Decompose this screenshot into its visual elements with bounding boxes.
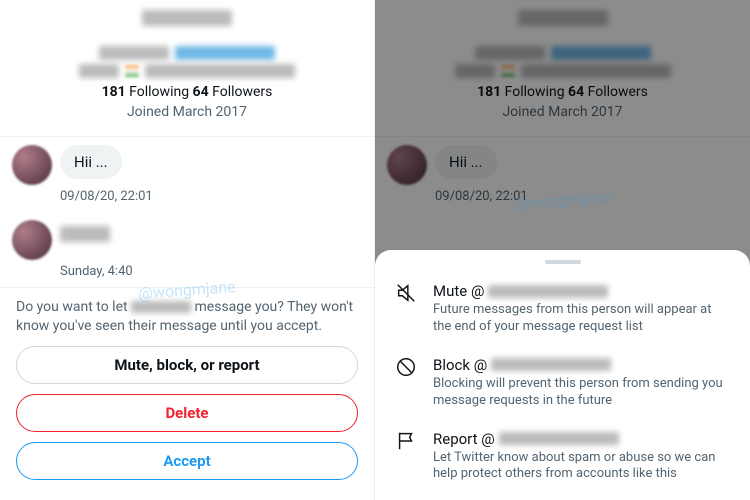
following-count: 181: [102, 84, 126, 100]
mute-icon: [395, 282, 417, 304]
accept-button[interactable]: Accept: [16, 442, 358, 480]
request-prompt: Do you want to let message you? They won…: [0, 287, 374, 480]
block-subtitle: Blocking will prevent this person from s…: [433, 376, 730, 410]
report-subtitle: Let Twitter know about spam or abuse so …: [433, 450, 730, 484]
avatar: [12, 145, 52, 185]
delete-button[interactable]: Delete: [16, 394, 358, 432]
joined-date: Joined March 2017: [16, 104, 358, 120]
block-option[interactable]: Block @ Blocking will prevent this perso…: [375, 346, 750, 420]
message-timestamp: Sunday, 4:40: [0, 260, 374, 287]
prompt-post-b: know you've seen their message until you…: [16, 318, 322, 334]
profile-summary: 181 Following 64 Followers Joined March …: [0, 0, 374, 130]
follow-stats: 181 Following 64 Followers: [16, 84, 358, 100]
prompt-post-a: message you? They won't: [191, 299, 353, 315]
mute-subtitle: Future messages from this person will ap…: [433, 302, 730, 336]
block-icon: [395, 356, 417, 378]
message-bubble: Hii ...: [60, 145, 122, 179]
block-title: Block @: [433, 356, 487, 374]
message-row: [0, 212, 374, 260]
sheet-handle[interactable]: [545, 260, 581, 264]
followers-label: Followers: [212, 84, 272, 100]
prompt-text: Do you want to let message you? They won…: [16, 298, 358, 336]
mute-title: Mute @: [433, 282, 484, 300]
prompt-pre: Do you want to let: [16, 299, 131, 315]
action-sheet-pane: 181 Following 64 Followers Joined March …: [375, 0, 750, 500]
report-title: Report @: [433, 430, 495, 448]
avatar: [12, 220, 52, 260]
mute-block-report-button[interactable]: Mute, block, or report: [16, 346, 358, 384]
flag-icon: [395, 430, 417, 452]
message-timestamp: 09/08/20, 22:01: [0, 185, 374, 212]
action-sheet: Mute @ Future messages from this person …: [375, 250, 750, 500]
message-request-pane: 181 Following 64 Followers Joined March …: [0, 0, 375, 500]
followers-count: 64: [193, 84, 209, 100]
following-label: Following: [129, 84, 189, 100]
mute-option[interactable]: Mute @ Future messages from this person …: [375, 272, 750, 346]
report-option[interactable]: Report @ Let Twitter know about spam or …: [375, 420, 750, 494]
message-row: Hii ...: [0, 137, 374, 185]
